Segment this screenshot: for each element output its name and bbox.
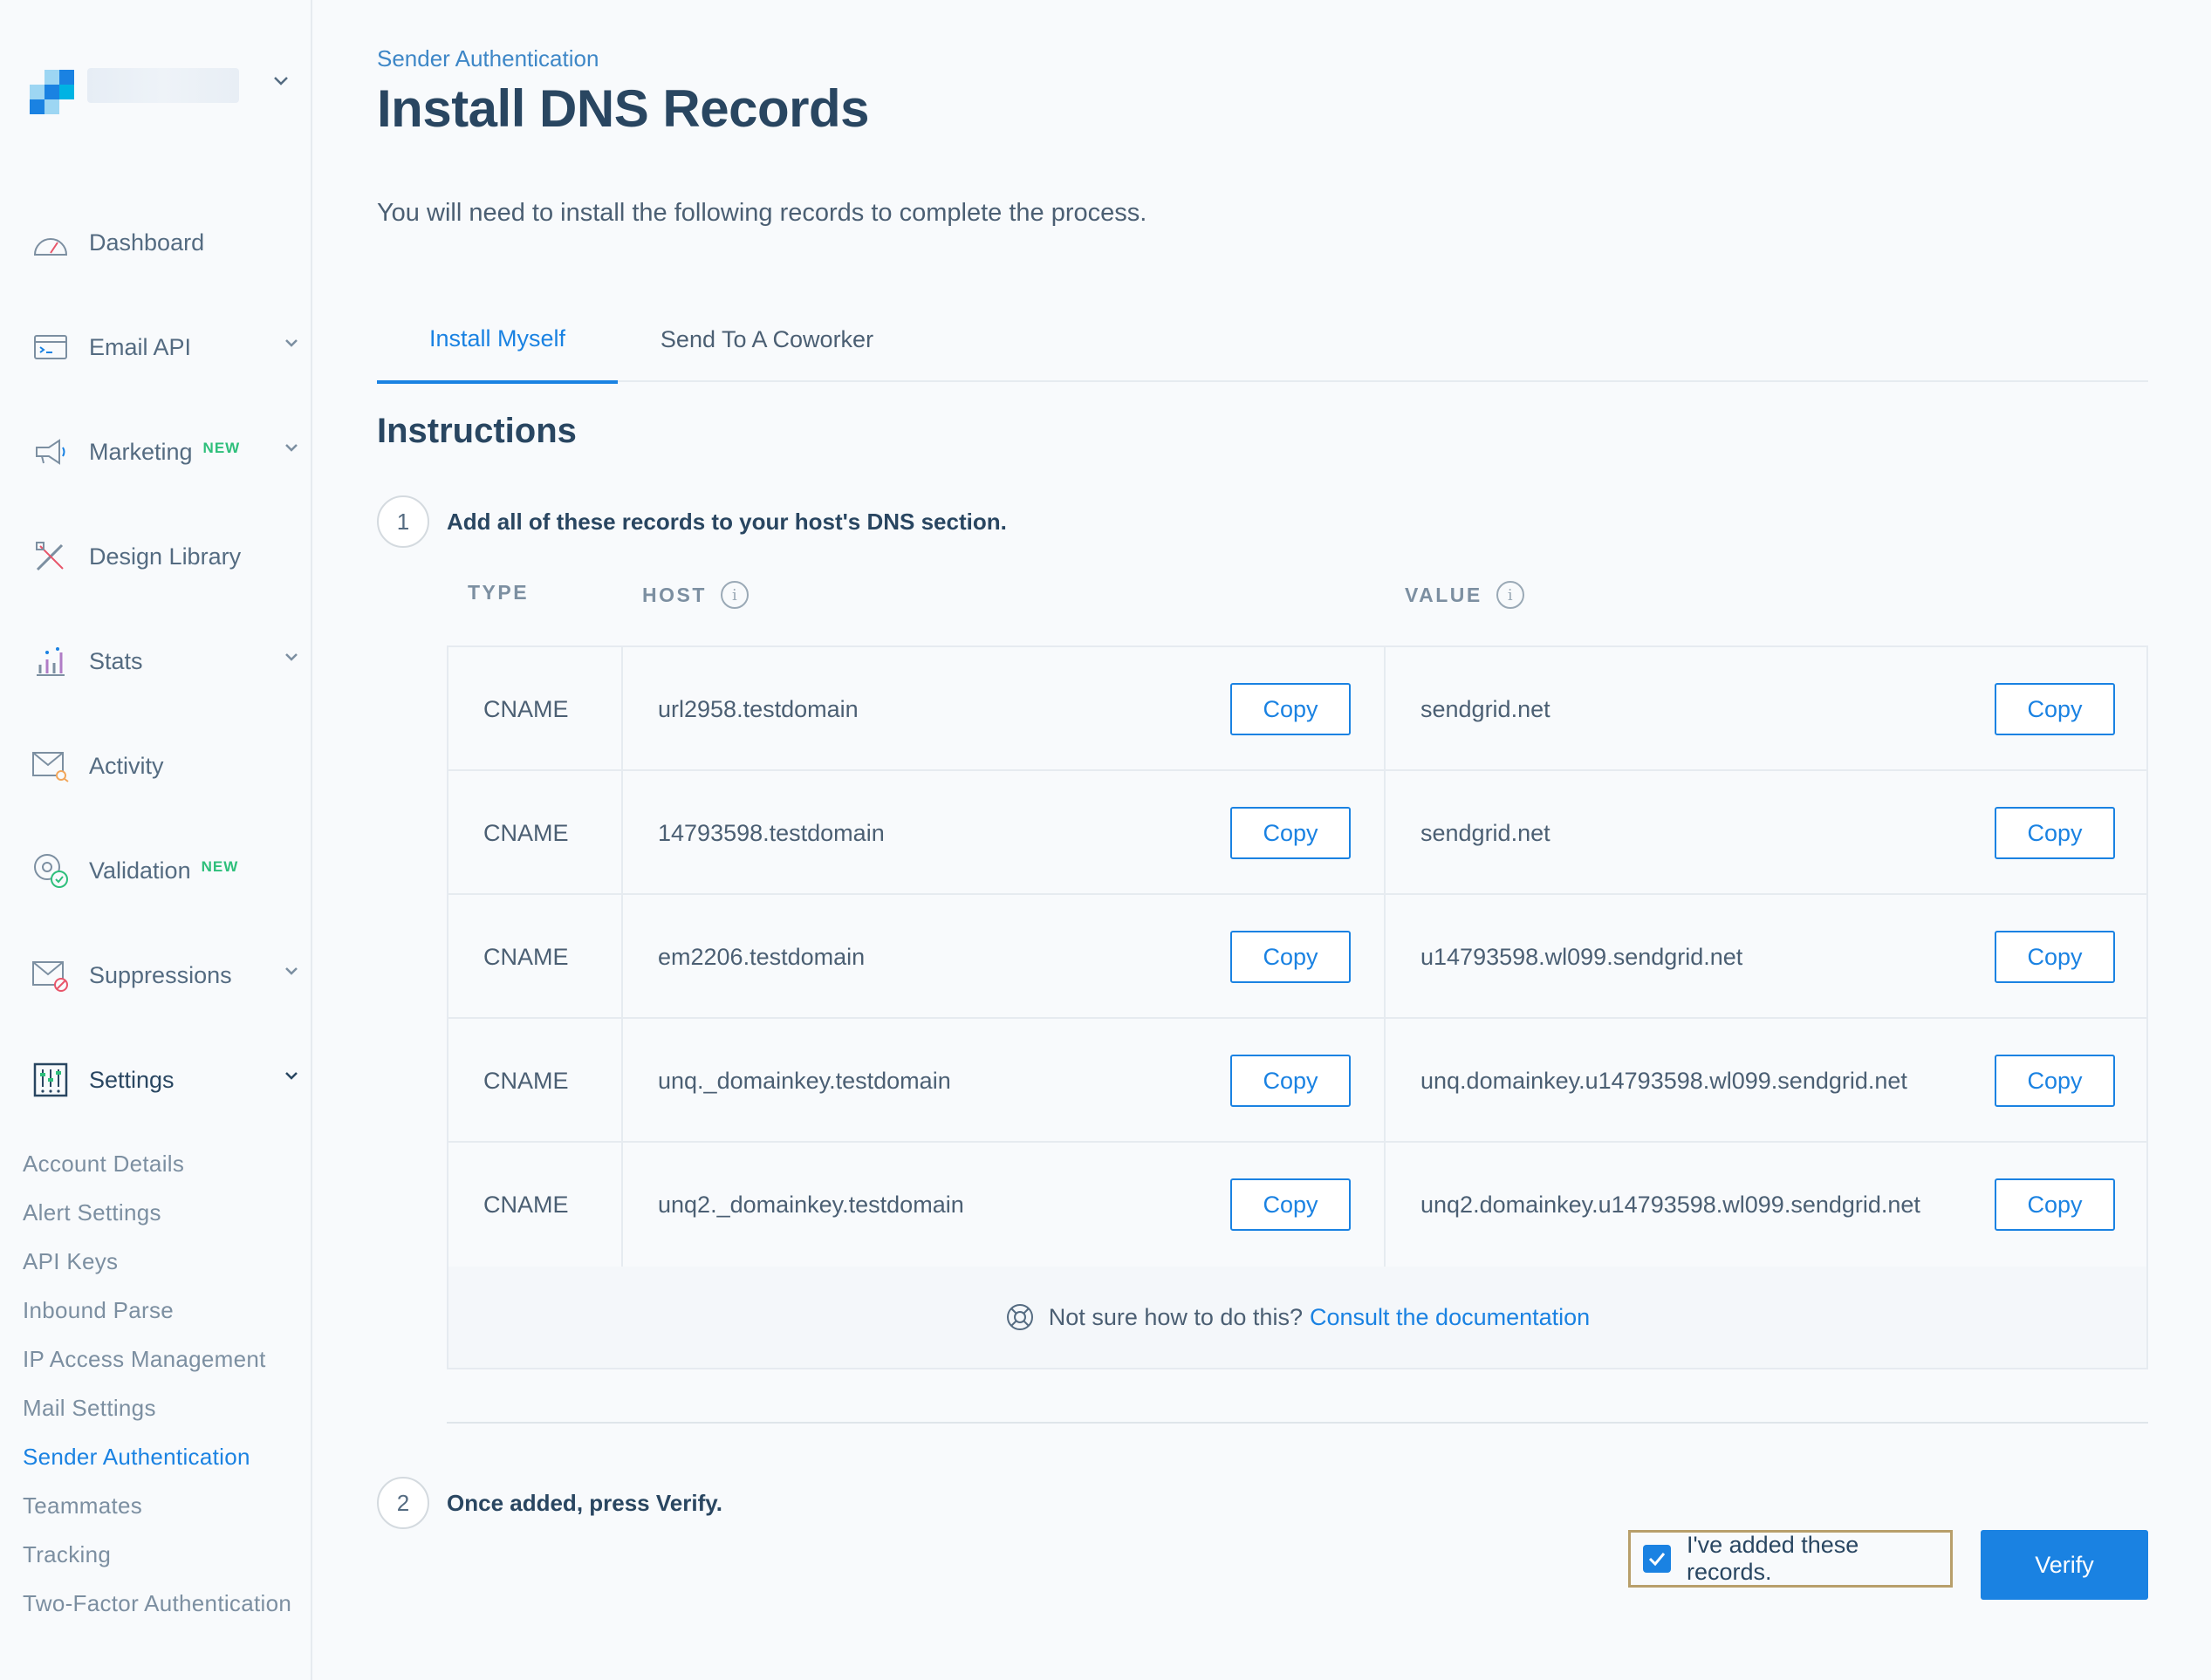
tab-install-myself[interactable]: Install Myself <box>377 297 618 384</box>
record-value: sendgrid.net Copy <box>1386 771 2148 895</box>
validation-icon <box>30 850 72 891</box>
copy-value-button[interactable]: Copy <box>1995 1055 2115 1107</box>
step-text: Once added, press Verify. <box>447 1490 722 1516</box>
page-intro: You will need to install the following r… <box>377 199 1147 227</box>
copy-host-button[interactable]: Copy <box>1230 1055 1351 1107</box>
subnav-tracking[interactable]: Tracking <box>23 1530 302 1579</box>
subnav-sender-authentication[interactable]: Sender Authentication <box>23 1432 302 1481</box>
suppressions-icon <box>30 954 72 996</box>
info-icon[interactable]: i <box>1496 581 1524 609</box>
chevron-down-icon <box>285 444 298 452</box>
copy-host-button[interactable]: Copy <box>1230 931 1351 983</box>
dashboard-icon <box>30 222 72 263</box>
record-type: CNAME <box>448 895 623 1019</box>
activity-icon <box>30 745 72 787</box>
nav-email-api[interactable]: Email API <box>30 321 300 373</box>
nav-design-library[interactable]: Design Library <box>30 530 300 583</box>
verify-button[interactable]: Verify <box>1981 1530 2148 1600</box>
copy-value-button[interactable]: Copy <box>1995 683 2115 735</box>
nav-activity[interactable]: Activity <box>30 740 300 792</box>
records-added-checkbox[interactable]: I've added these records. <box>1628 1530 1953 1588</box>
subnav-mail-settings[interactable]: Mail Settings <box>23 1383 302 1432</box>
dns-records-table: CNAME url2958.testdomain Copy sendgrid.ne… <box>447 645 2148 1268</box>
breadcrumb[interactable]: Sender Authentication <box>377 45 599 72</box>
table-row: CNAME em2206.testdomain Copy u14793598.wl… <box>448 895 2146 1019</box>
subnav-inbound-parse[interactable]: Inbound Parse <box>23 1286 302 1335</box>
sidebar: Dashboard Email API Marketing NEW Design… <box>0 0 312 1680</box>
checkbox-label: I've added these records. <box>1686 1532 1859 1585</box>
stats-icon <box>30 640 72 682</box>
checkmark-icon[interactable] <box>1643 1545 1671 1573</box>
design-library-icon <box>30 536 72 577</box>
subnav-account-details[interactable]: Account Details <box>23 1139 302 1188</box>
new-badge: NEW <box>202 440 241 456</box>
step-number: 2 <box>377 1477 429 1529</box>
nav-validation[interactable]: Validation NEW <box>30 844 300 897</box>
megaphone-icon <box>30 431 72 473</box>
record-type: CNAME <box>448 771 623 895</box>
record-host: 14793598.testdomain Copy <box>623 771 1386 895</box>
page-title: Install DNS Records <box>377 79 870 138</box>
divider <box>447 1422 2148 1424</box>
chevron-down-icon <box>285 1072 298 1080</box>
copy-value-button[interactable]: Copy <box>1995 931 2115 983</box>
subnav-two-factor-authentication[interactable]: Two-Factor Authentication <box>23 1579 302 1649</box>
subnav-ip-access-management[interactable]: IP Access Management <box>23 1335 302 1383</box>
settings-icon <box>30 1059 72 1101</box>
copy-value-button[interactable]: Copy <box>1995 1178 2115 1231</box>
record-type: CNAME <box>448 647 623 771</box>
tab-send-to-coworker[interactable]: Send To A Coworker <box>639 297 895 382</box>
record-value: unq.domainkey.u14793598.wl099.sendgrid.n… <box>1386 1019 2148 1143</box>
chevron-down-icon <box>274 77 288 85</box>
copy-host-button[interactable]: Copy <box>1230 1178 1351 1231</box>
record-value: u14793598.wl099.sendgrid.net Copy <box>1386 895 2148 1019</box>
table-row: CNAME url2958.testdomain Copy sendgrid.ne… <box>448 647 2146 771</box>
step-number: 1 <box>377 495 429 548</box>
step-text: Add all of these records to your host's … <box>447 509 1007 535</box>
record-type: CNAME <box>448 1019 623 1143</box>
help-banner: Not sure how to do this? Consult the doc… <box>447 1267 2148 1369</box>
subnav-api-keys[interactable]: API Keys <box>23 1237 302 1286</box>
tab-bar: Install Myself Send To A Coworker <box>377 297 2148 384</box>
subnav-alert-settings[interactable]: Alert Settings <box>23 1188 302 1237</box>
chevron-down-icon <box>285 967 298 975</box>
nav-suppressions[interactable]: Suppressions <box>30 949 300 1001</box>
email-api-icon <box>30 326 72 368</box>
instructions-heading: Instructions <box>377 412 577 450</box>
record-type: CNAME <box>448 1143 623 1267</box>
new-badge: NEW <box>201 858 239 875</box>
record-value: unq2.domainkey.u14793598.wl099.sendgrid.… <box>1386 1143 2148 1267</box>
lifebuoy-icon <box>1005 1302 1035 1332</box>
copy-host-button[interactable]: Copy <box>1230 683 1351 735</box>
chevron-down-icon <box>285 339 298 347</box>
record-host: url2958.testdomain Copy <box>623 647 1386 771</box>
copy-value-button[interactable]: Copy <box>1995 807 2115 859</box>
documentation-link[interactable]: Consult the documentation <box>1310 1304 1590 1331</box>
nav-stats[interactable]: Stats <box>30 635 300 687</box>
record-value: sendgrid.net Copy <box>1386 647 2148 771</box>
account-name-redacted <box>87 68 239 103</box>
settings-subnav: Account Details Alert Settings API Keys … <box>23 1139 302 1649</box>
nav-settings[interactable]: Settings <box>30 1054 300 1106</box>
chevron-down-icon <box>285 653 298 661</box>
table-row: CNAME unq2._domainkey.testdomain Copy unq… <box>448 1143 2146 1267</box>
nav-marketing[interactable]: Marketing NEW <box>30 426 300 478</box>
record-host: unq2._domainkey.testdomain Copy <box>623 1143 1386 1267</box>
nav-dashboard[interactable]: Dashboard <box>30 216 300 269</box>
record-host: em2206.testdomain Copy <box>623 895 1386 1019</box>
table-row: CNAME unq._domainkey.testdomain Copy unq.… <box>448 1019 2146 1143</box>
sendgrid-logo <box>30 70 75 115</box>
column-header-host: HOST i <box>642 581 749 609</box>
account-switcher[interactable] <box>30 65 309 115</box>
column-header-type: TYPE <box>468 581 530 604</box>
info-icon[interactable]: i <box>720 581 749 609</box>
subnav-teammates[interactable]: Teammates <box>23 1481 302 1530</box>
copy-host-button[interactable]: Copy <box>1230 807 1351 859</box>
help-text: Not sure how to do this? <box>1048 1303 1303 1330</box>
table-row: CNAME 14793598.testdomain Copy sendgrid.n… <box>448 771 2146 895</box>
record-host: unq._domainkey.testdomain Copy <box>623 1019 1386 1143</box>
column-header-value: VALUE i <box>1405 581 1524 609</box>
